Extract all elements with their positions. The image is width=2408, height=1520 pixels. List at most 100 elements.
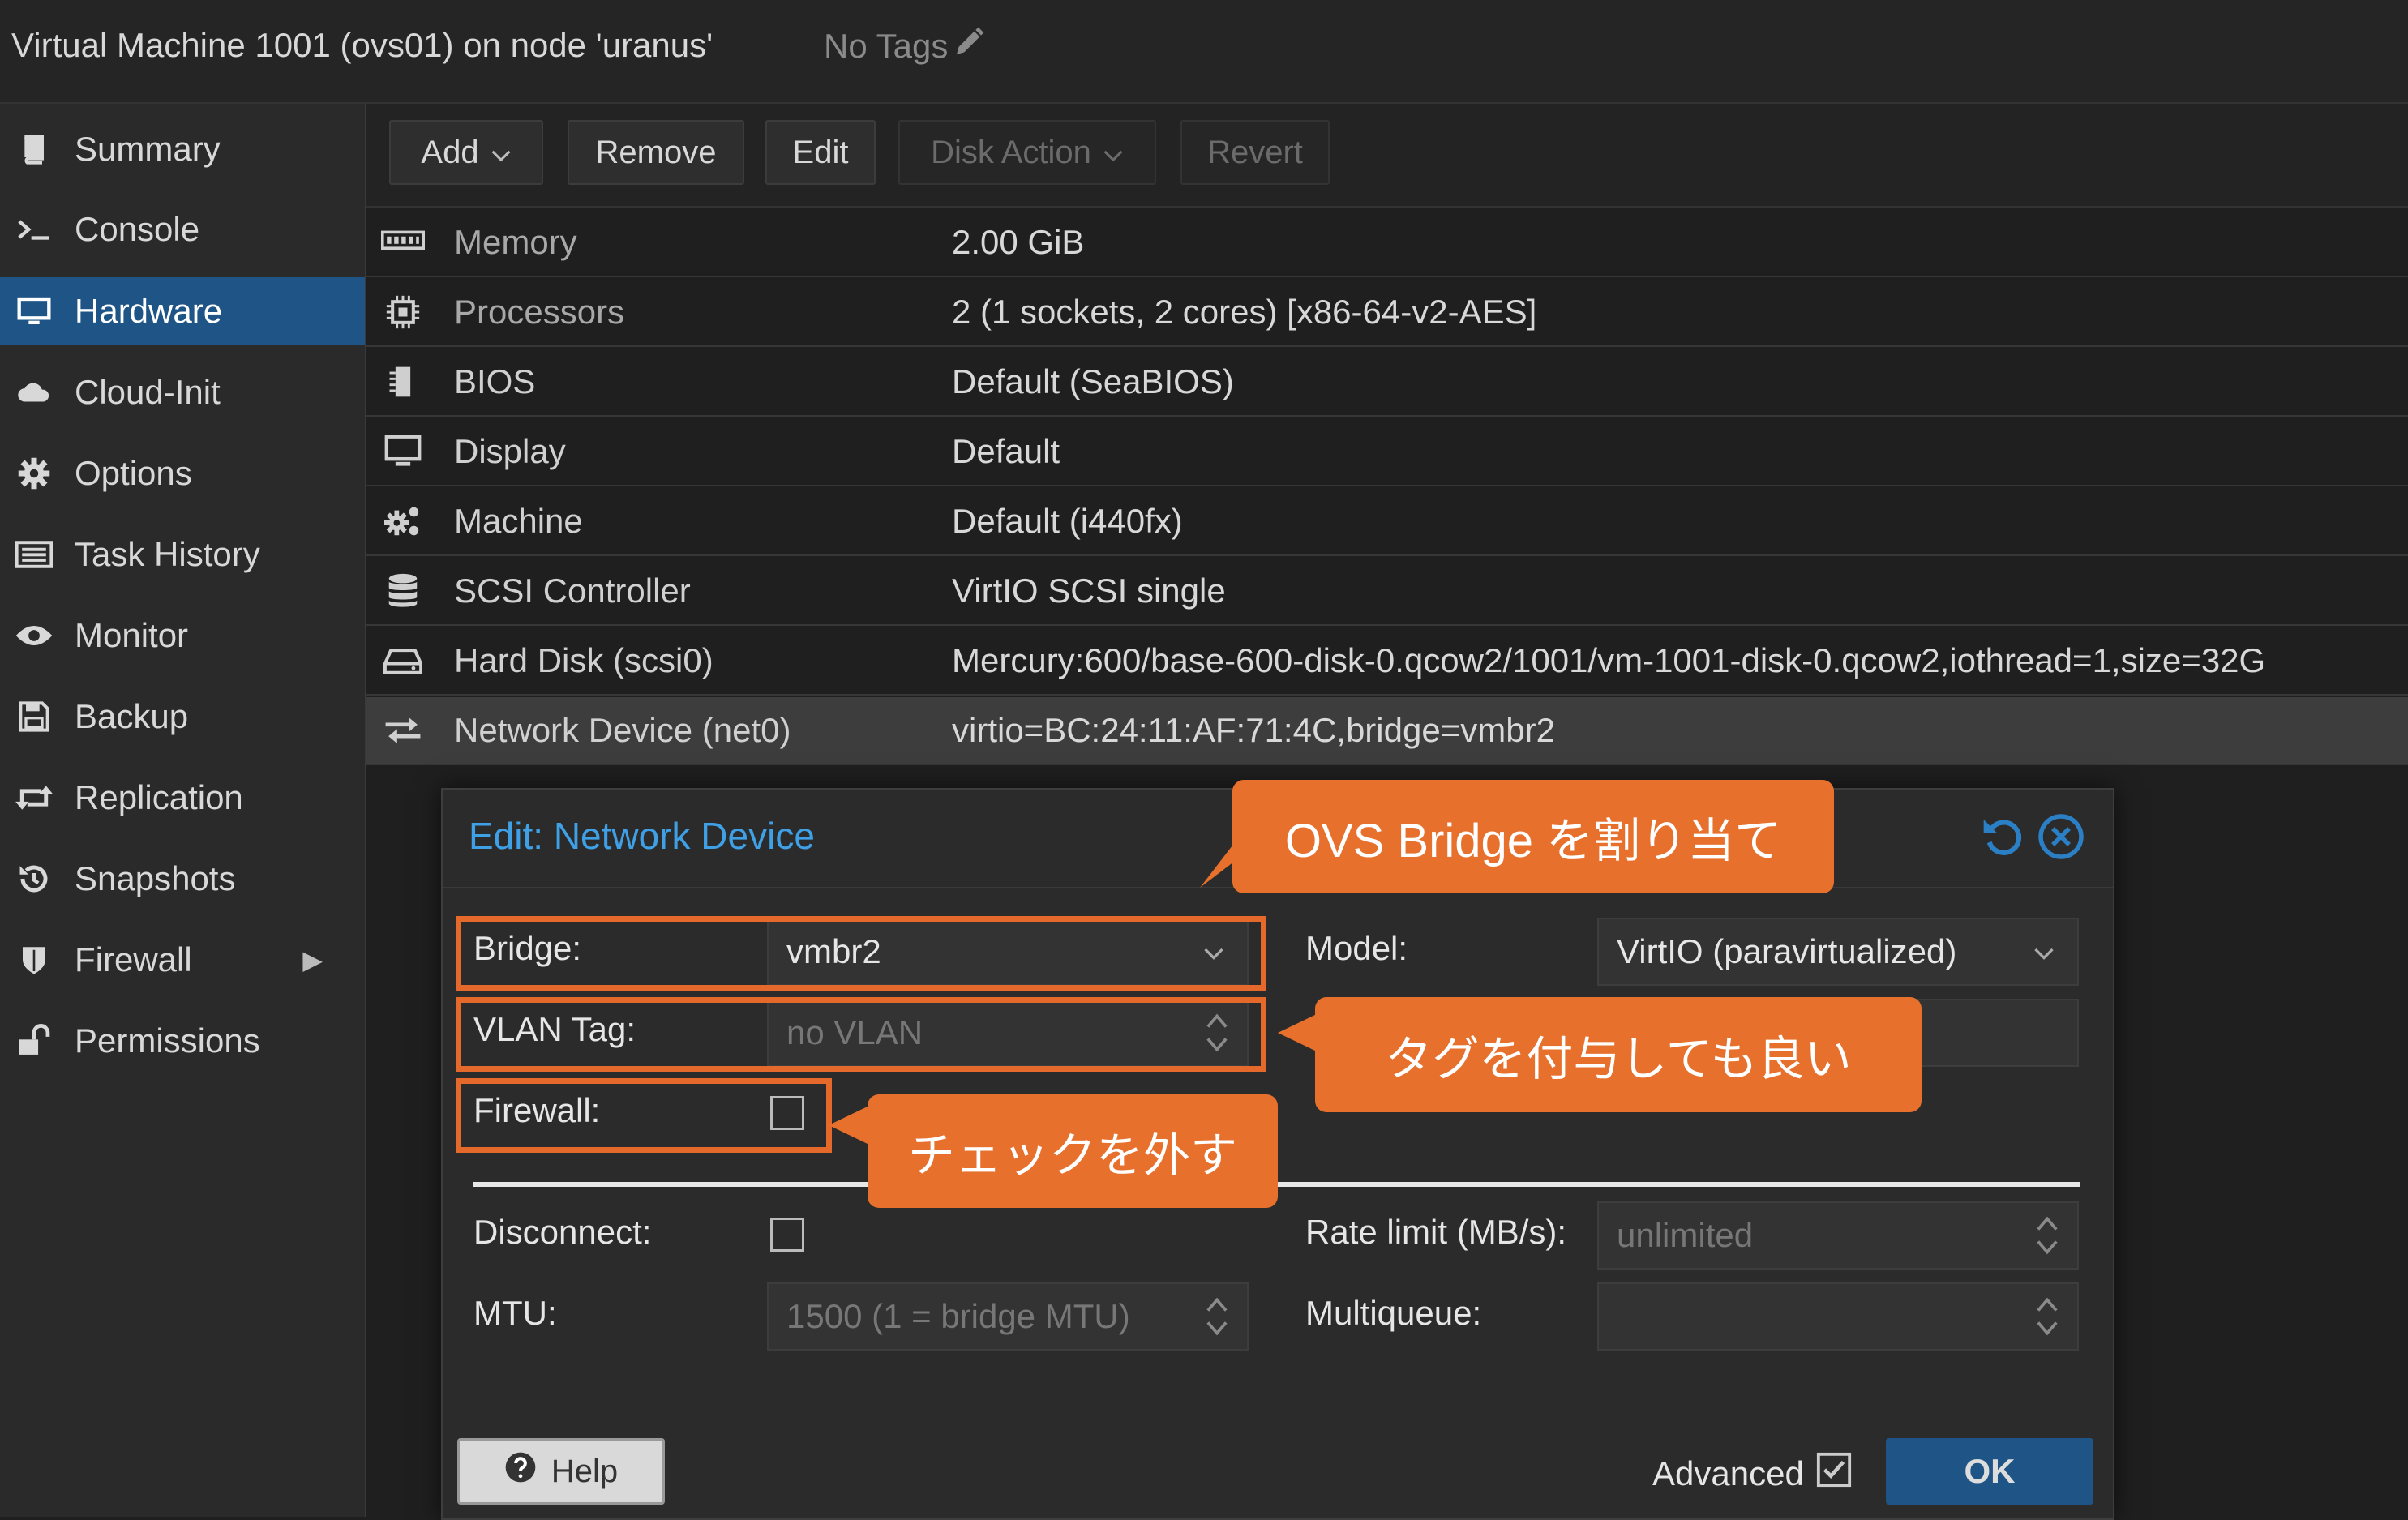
- ok-button[interactable]: OK: [1886, 1438, 2093, 1505]
- spinner-icon[interactable]: [2035, 1294, 2059, 1347]
- sidebar-item-task-history[interactable]: Task History: [0, 520, 365, 589]
- sidebar-item-cloud-init[interactable]: Cloud-Init: [0, 358, 365, 426]
- monitor-icon: [8, 295, 60, 328]
- tags-label: No Tags: [824, 27, 949, 65]
- sidebar-item-label: Monitor: [75, 616, 189, 654]
- revert-button[interactable]: Revert: [1180, 120, 1330, 185]
- table-row[interactable]: Machine Default (i440fx): [366, 488, 2408, 556]
- chevron-down-icon: [1103, 135, 1124, 171]
- row-key: SCSI Controller: [454, 572, 691, 610]
- cloud-icon: [8, 376, 60, 409]
- spinner-icon[interactable]: [2035, 1213, 2059, 1266]
- retweet-icon: [8, 783, 60, 812]
- close-icon[interactable]: [2037, 812, 2085, 865]
- unlock-icon: [8, 1024, 60, 1058]
- table-row[interactable]: Memory 2.00 GiB: [366, 209, 2408, 277]
- book-icon: [8, 133, 60, 165]
- multiqueue-label: Multiqueue:: [1305, 1294, 1482, 1332]
- memory-icon: [376, 230, 430, 255]
- disconnect-checkbox[interactable]: [770, 1218, 804, 1252]
- sidebar-item-firewall[interactable]: Firewall ▶: [0, 926, 365, 994]
- eye-icon: [8, 621, 60, 650]
- shield-icon: [8, 943, 60, 977]
- sidebar-item-hardware[interactable]: Hardware: [0, 277, 365, 345]
- row-key: Hard Disk (scsi0): [454, 641, 713, 679]
- callout-pointer: [1278, 1013, 1318, 1052]
- rate-limit-input[interactable]: unlimited: [1597, 1201, 2079, 1270]
- mtu-placeholder: 1500 (1 = bridge MTU): [786, 1297, 1130, 1335]
- checked-checkbox-icon[interactable]: [1815, 1451, 1853, 1496]
- sidebar-item-summary[interactable]: Summary: [0, 115, 365, 183]
- table-row[interactable]: Hard Disk (scsi0) Mercury:600/base-600-d…: [366, 627, 2408, 696]
- row-key: Network Device (net0): [454, 711, 791, 749]
- floppy-icon: [8, 700, 60, 733]
- chevron-down-icon: [491, 135, 512, 171]
- row-value: Default: [952, 432, 1060, 470]
- row-value: 2.00 GiB: [952, 223, 1085, 261]
- table-row[interactable]: Display Default: [366, 418, 2408, 486]
- cogs-icon: [376, 503, 430, 540]
- terminal-icon: [8, 213, 60, 246]
- chevron-right-icon[interactable]: ▶: [302, 944, 323, 975]
- table-row-selected[interactable]: Network Device (net0) virtio=BC:24:11:AF…: [366, 697, 2408, 765]
- tags-area[interactable]: No Tags: [824, 26, 985, 66]
- sidebar-item-label: Permissions: [75, 1021, 260, 1060]
- table-row[interactable]: SCSI Controller VirtIO SCSI single: [366, 558, 2408, 626]
- sidebar-item-label: Cloud-Init: [75, 373, 221, 411]
- row-value: Default (SeaBIOS): [952, 362, 1234, 400]
- reset-icon[interactable]: [1980, 814, 2025, 863]
- sidebar-item-label: Backup: [75, 697, 189, 735]
- edit-button[interactable]: Edit: [765, 120, 876, 185]
- sidebar-item-monitor[interactable]: Monitor: [0, 602, 365, 670]
- row-key: Display: [454, 432, 566, 470]
- sidebar-item-replication[interactable]: Replication: [0, 764, 365, 832]
- bridge-callout: OVS Bridge を割り当て: [1232, 780, 1834, 893]
- disk-action-label: Disk Action: [931, 134, 1091, 170]
- advanced-toggle[interactable]: Advanced: [1652, 1451, 1853, 1496]
- mtu-input[interactable]: 1500 (1 = bridge MTU): [767, 1282, 1249, 1351]
- sidebar-item-label: Task History: [75, 535, 260, 573]
- sidebar-item-console[interactable]: Console: [0, 195, 365, 263]
- sidebar: Summary Console Hardware Cloud-Init Opti…: [0, 104, 366, 1517]
- rate-limit-label: Rate limit (MB/s):: [1305, 1213, 1567, 1251]
- sidebar-item-label: Snapshots: [75, 859, 236, 897]
- desktop-icon: [376, 434, 430, 469]
- sidebar-item-label: Hardware: [75, 292, 223, 330]
- row-key: BIOS: [454, 362, 536, 400]
- history-icon: [8, 862, 60, 896]
- vlan-callout: タグを付与しても良い: [1315, 997, 1922, 1112]
- sidebar-item-label: Replication: [75, 778, 243, 816]
- spinner-icon[interactable]: [1205, 1294, 1229, 1347]
- vlan-highlight: [456, 997, 1266, 1072]
- row-key: Processors: [454, 293, 625, 331]
- disk-action-button[interactable]: Disk Action: [898, 120, 1156, 185]
- hdd-icon: [376, 644, 430, 677]
- remove-button[interactable]: Remove: [568, 120, 744, 185]
- multiqueue-input[interactable]: [1597, 1282, 2079, 1351]
- help-label: Help: [551, 1453, 619, 1489]
- add-label: Add: [421, 134, 479, 170]
- model-label: Model:: [1305, 929, 1408, 967]
- gear-icon: [8, 456, 60, 490]
- table-row[interactable]: Processors 2 (1 sockets, 2 cores) [x86-6…: [366, 279, 2408, 347]
- advanced-label: Advanced: [1652, 1454, 1804, 1492]
- sidebar-item-options[interactable]: Options: [0, 439, 365, 507]
- bridge-highlight: [456, 916, 1266, 991]
- chip-icon: [376, 364, 430, 400]
- sidebar-item-permissions[interactable]: Permissions: [0, 1007, 365, 1075]
- cpu-icon: [376, 294, 430, 330]
- help-button[interactable]: Help: [457, 1438, 665, 1505]
- chevron-down-icon[interactable]: [2032, 936, 2056, 974]
- table-row[interactable]: BIOS Default (SeaBIOS): [366, 349, 2408, 417]
- sidebar-item-snapshots[interactable]: Snapshots: [0, 845, 365, 913]
- vm-title: Virtual Machine 1001 (ovs01) on node 'ur…: [11, 26, 713, 64]
- mtu-label: MTU:: [473, 1294, 557, 1332]
- add-button[interactable]: Add: [389, 120, 543, 185]
- row-key: Machine: [454, 502, 583, 540]
- sidebar-item-backup[interactable]: Backup: [0, 683, 365, 751]
- list-icon: [8, 539, 60, 570]
- pencil-icon[interactable]: [953, 26, 985, 66]
- row-value: VirtIO SCSI single: [952, 572, 1226, 610]
- model-select[interactable]: VirtIO (paravirtualized): [1597, 918, 2079, 986]
- callout-pointer: [829, 1106, 869, 1145]
